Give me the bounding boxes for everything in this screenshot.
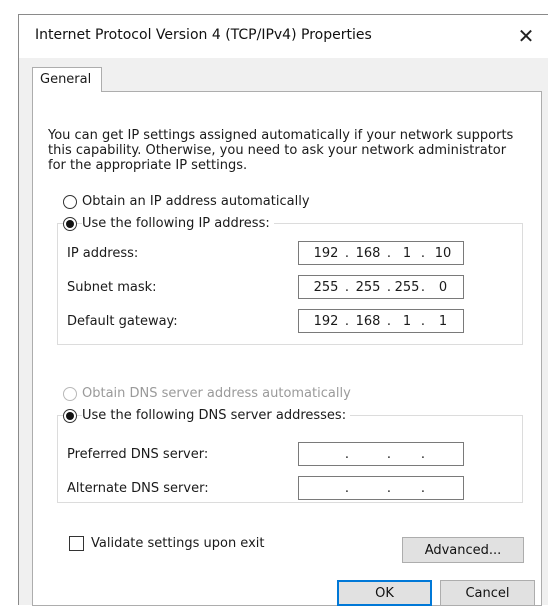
checkbox-icon xyxy=(69,536,84,551)
advanced-button[interactable]: Advanced... xyxy=(402,537,524,563)
ip-octet[interactable]: 192 xyxy=(311,314,341,329)
general-panel: You can get IP settings assigned automat… xyxy=(32,91,542,606)
default-gateway-label: Default gateway: xyxy=(67,314,178,329)
octet-separator: . xyxy=(386,447,392,462)
tab-general[interactable]: General xyxy=(32,67,102,92)
octet-separator: . xyxy=(344,246,350,261)
dialog-title: Internet Protocol Version 4 (TCP/IPv4) P… xyxy=(35,27,372,43)
obtain-ip-auto-radio[interactable]: Obtain an IP address automatically xyxy=(63,194,310,209)
octet-separator: . xyxy=(344,280,350,295)
ok-button[interactable]: OK xyxy=(337,580,432,606)
properties-dialog: Internet Protocol Version 4 (TCP/IPv4) P… xyxy=(18,14,548,606)
subnet-mask-label: Subnet mask: xyxy=(67,280,157,295)
use-following-ip-radio[interactable]: Use the following IP address: xyxy=(63,216,274,231)
octet-separator: . xyxy=(420,280,426,295)
radio-icon xyxy=(63,386,77,401)
ip-octet[interactable]: 10 xyxy=(428,246,458,261)
ip-octet[interactable]: 0 xyxy=(428,280,458,295)
radio-checked-icon xyxy=(63,216,77,231)
ip-address-field[interactable]: 192 . 168 . 1 . 10 xyxy=(298,241,464,265)
ip-octet[interactable]: 168 xyxy=(353,314,383,329)
use-following-dns-radio[interactable]: Use the following DNS server addresses: xyxy=(63,408,351,423)
ip-octet[interactable]: 255 xyxy=(311,280,341,295)
octet-separator: . xyxy=(420,447,426,462)
obtain-ip-auto-label: Obtain an IP address automatically xyxy=(82,194,310,209)
preferred-dns-field[interactable]: . . . xyxy=(298,442,464,466)
octet-separator: . xyxy=(344,447,350,462)
octet-separator: . xyxy=(420,314,426,329)
ip-octet[interactable]: 168 xyxy=(353,246,383,261)
obtain-dns-auto-label: Obtain DNS server address automatically xyxy=(82,386,351,401)
ip-octet[interactable]: 192 xyxy=(311,246,341,261)
obtain-dns-auto-radio[interactable]: Obtain DNS server address automatically xyxy=(63,386,351,401)
alternate-dns-label: Alternate DNS server: xyxy=(67,481,209,496)
ip-address-label: IP address: xyxy=(67,246,139,261)
use-following-ip-label: Use the following IP address: xyxy=(82,216,274,231)
close-icon[interactable]: ✕ xyxy=(509,20,543,52)
ip-octet[interactable]: 1 xyxy=(428,314,458,329)
cancel-button[interactable]: Cancel xyxy=(440,580,535,606)
preferred-dns-label: Preferred DNS server: xyxy=(67,447,209,462)
ip-octet[interactable]: 255 xyxy=(353,280,383,295)
radio-icon xyxy=(63,194,77,209)
octet-separator: . xyxy=(344,481,350,496)
validate-settings-checkbox[interactable]: Validate settings upon exit xyxy=(69,536,264,551)
alternate-dns-field[interactable]: . . . xyxy=(298,476,464,500)
octet-separator: . xyxy=(386,481,392,496)
intro-text: You can get IP settings assigned automat… xyxy=(48,128,514,173)
title-bar: Internet Protocol Version 4 (TCP/IPv4) P… xyxy=(19,15,548,58)
radio-checked-icon xyxy=(63,408,77,423)
default-gateway-field[interactable]: 192 . 168 . 1 . 1 xyxy=(298,309,464,333)
use-following-dns-label: Use the following DNS server addresses: xyxy=(82,408,351,423)
octet-separator: . xyxy=(420,246,426,261)
octet-separator: . xyxy=(344,314,350,329)
subnet-mask-field[interactable]: 255 . 255 . 255 . 0 xyxy=(298,275,464,299)
validate-settings-label: Validate settings upon exit xyxy=(91,536,265,551)
octet-separator: . xyxy=(420,481,426,496)
